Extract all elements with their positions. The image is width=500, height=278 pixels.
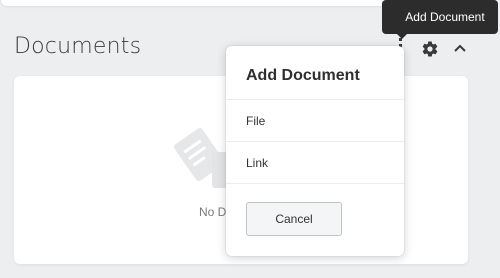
chevron-up-icon [454,44,466,52]
popover-title: Add Document [246,66,360,84]
tooltip: Add Document [382,0,498,34]
cancel-button[interactable]: Cancel [246,202,342,236]
app-frame: Documents No Documents [0,0,500,278]
collapse-button[interactable] [452,41,468,55]
popover-header: Add Document [226,46,404,100]
document-placeholder-icon [170,122,232,192]
menu-item-file[interactable]: File [226,100,404,142]
settings-button[interactable] [421,40,439,58]
menu-item-link[interactable]: Link [226,142,404,184]
popover-footer: Cancel [226,184,404,254]
gear-icon [422,41,438,57]
tooltip-arrow [396,33,408,39]
add-document-popover: Add Document File Link Cancel [226,46,404,256]
section-title: Documents [14,34,142,59]
